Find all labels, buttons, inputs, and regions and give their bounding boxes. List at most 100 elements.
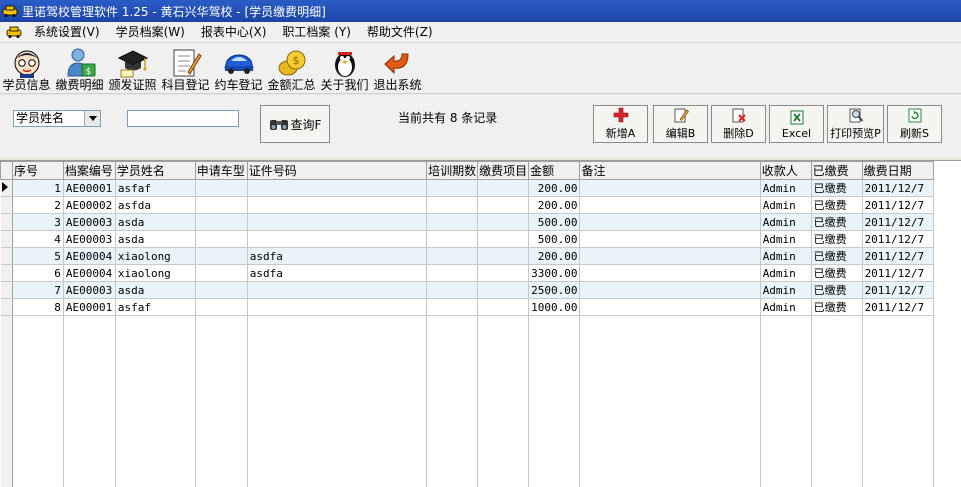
table-row[interactable]: 7AE00003asda2500.00Admin已缴费2011/12/7 <box>1 282 961 299</box>
table-cell[interactable]: AE00004 <box>63 265 115 282</box>
table-cell[interactable]: 3300.00 <box>529 265 580 282</box>
column-header[interactable]: 缴费日期 <box>862 162 933 180</box>
refresh-button[interactable]: 刷新S <box>887 105 942 143</box>
table-cell[interactable]: Admin <box>760 197 811 214</box>
table-cell[interactable] <box>427 299 478 316</box>
table-cell[interactable]: 2011/12/7 <box>862 197 933 214</box>
column-header[interactable]: 收款人 <box>760 162 811 180</box>
table-cell[interactable]: 8 <box>12 299 63 316</box>
table-cell[interactable] <box>427 248 478 265</box>
table-cell[interactable]: 1000.00 <box>529 299 580 316</box>
table-row[interactable]: 8AE00001asfaf1000.00Admin已缴费2011/12/7 <box>1 299 961 316</box>
column-header[interactable]: 申请车型 <box>195 162 247 180</box>
table-cell[interactable]: 200.00 <box>529 248 580 265</box>
table-cell[interactable]: 2 <box>12 197 63 214</box>
row-indicator[interactable] <box>1 248 13 265</box>
table-cell[interactable]: xiaolong <box>115 265 195 282</box>
column-header[interactable]: 序号 <box>12 162 63 180</box>
table-cell[interactable]: 已缴费 <box>811 197 862 214</box>
toolbar-subject-register-button[interactable]: 科目登记 <box>159 43 212 93</box>
table-cell[interactable] <box>478 231 529 248</box>
table-row[interactable]: 6AE00004xiaolongasdfa3300.00Admin已缴费2011… <box>1 265 961 282</box>
row-indicator[interactable] <box>1 265 13 282</box>
table-cell[interactable] <box>580 231 760 248</box>
chevron-down-icon[interactable] <box>84 111 100 126</box>
table-cell[interactable]: 2011/12/7 <box>862 248 933 265</box>
table-cell[interactable]: 7 <box>12 282 63 299</box>
column-header[interactable]: 备注 <box>580 162 760 180</box>
menu-report-center[interactable]: 报表中心(X) <box>193 22 275 42</box>
table-cell[interactable] <box>478 282 529 299</box>
table-cell[interactable]: Admin <box>760 299 811 316</box>
row-indicator[interactable] <box>1 231 13 248</box>
table-cell[interactable]: 已缴费 <box>811 180 862 197</box>
table-cell[interactable] <box>478 299 529 316</box>
table-row[interactable]: 5AE00004xiaolongasdfa200.00Admin已缴费2011/… <box>1 248 961 265</box>
toolbar-about-us-button[interactable]: 关于我们 <box>318 43 371 93</box>
table-cell[interactable]: asda <box>115 214 195 231</box>
row-indicator[interactable] <box>1 197 13 214</box>
table-cell[interactable] <box>195 282 247 299</box>
search-input[interactable] <box>128 111 242 126</box>
table-cell[interactable] <box>478 248 529 265</box>
table-cell[interactable]: AE00003 <box>63 282 115 299</box>
table-cell[interactable]: 2011/12/7 <box>862 231 933 248</box>
column-header[interactable]: 学员姓名 <box>115 162 195 180</box>
menu-staff-records[interactable]: 职工档案 (Y) <box>274 22 359 42</box>
table-cell[interactable]: 4 <box>12 231 63 248</box>
table-cell[interactable]: AE00002 <box>63 197 115 214</box>
table-row[interactable]: 2AE00002asfda 200.00 Admin已缴费2011/12/7 <box>1 197 961 214</box>
table-cell[interactable]: Admin <box>760 282 811 299</box>
table-cell[interactable]: asdfa <box>247 248 426 265</box>
table-cell[interactable]: asda <box>115 231 195 248</box>
table-cell[interactable]: asdfa <box>247 265 426 282</box>
table-cell[interactable]: 已缴费 <box>811 299 862 316</box>
table-cell[interactable]: 6 <box>12 265 63 282</box>
search-input-box[interactable] <box>127 110 239 127</box>
toolbar-issue-license-button[interactable]: 颁发证照 <box>106 43 159 93</box>
table-cell[interactable] <box>427 180 478 197</box>
table-cell[interactable] <box>247 180 426 197</box>
row-indicator[interactable] <box>1 282 13 299</box>
table-row[interactable]: 4AE00003asda500.00Admin已缴费2011/12/7 <box>1 231 961 248</box>
table-cell[interactable]: Admin <box>760 214 811 231</box>
table-cell[interactable]: AE00001 <box>63 299 115 316</box>
table-cell[interactable]: 已缴费 <box>811 248 862 265</box>
table-cell[interactable]: 2011/12/7 <box>862 180 933 197</box>
table-cell[interactable] <box>580 214 760 231</box>
table-cell[interactable]: 已缴费 <box>811 282 862 299</box>
table-cell[interactable]: asfaf <box>115 299 195 316</box>
table-row[interactable]: 1AE00001asfaf200.00Admin已缴费2011/12/7 <box>1 180 961 197</box>
table-cell[interactable]: asda <box>115 282 195 299</box>
table-cell[interactable]: 3 <box>12 214 63 231</box>
column-header[interactable]: 证件号码 <box>247 162 426 180</box>
table-cell[interactable]: 200.00 <box>529 197 580 214</box>
menu-student-records[interactable]: 学员档案(W) <box>108 22 193 42</box>
table-cell[interactable]: 已缴费 <box>811 231 862 248</box>
menu-system-settings[interactable]: 系统设置(V) <box>26 22 108 42</box>
table-cell[interactable]: AE00004 <box>63 248 115 265</box>
table-cell[interactable]: AE00003 <box>63 231 115 248</box>
table-cell[interactable] <box>478 197 529 214</box>
column-header[interactable]: 培训期数 <box>427 162 478 180</box>
table-cell[interactable]: AE00001 <box>63 180 115 197</box>
table-cell[interactable] <box>580 197 760 214</box>
table-cell[interactable] <box>478 214 529 231</box>
toolbar-car-booking-button[interactable]: 约车登记 <box>212 43 265 93</box>
table-cell[interactable] <box>247 197 426 214</box>
table-cell[interactable]: xiaolong <box>115 248 195 265</box>
add-button[interactable]: 新增A <box>593 105 648 143</box>
table-cell[interactable]: 已缴费 <box>811 265 862 282</box>
row-indicator[interactable] <box>1 214 13 231</box>
toolbar-exit-button[interactable]: 退出系统 <box>371 43 424 93</box>
menu-help[interactable]: 帮助文件(Z) <box>359 22 441 42</box>
table-cell[interactable]: 2011/12/7 <box>862 282 933 299</box>
table-cell[interactable] <box>580 180 760 197</box>
column-header[interactable]: 缴费项目 <box>478 162 529 180</box>
table-cell[interactable]: asfda <box>115 197 195 214</box>
search-field-select[interactable]: 学员姓名 <box>13 110 101 127</box>
toolbar-payment-details-button[interactable]: $ 缴费明细 <box>53 43 106 93</box>
table-cell[interactable] <box>427 197 478 214</box>
table-cell[interactable]: 2011/12/7 <box>862 265 933 282</box>
column-header[interactable]: 金额 <box>529 162 580 180</box>
